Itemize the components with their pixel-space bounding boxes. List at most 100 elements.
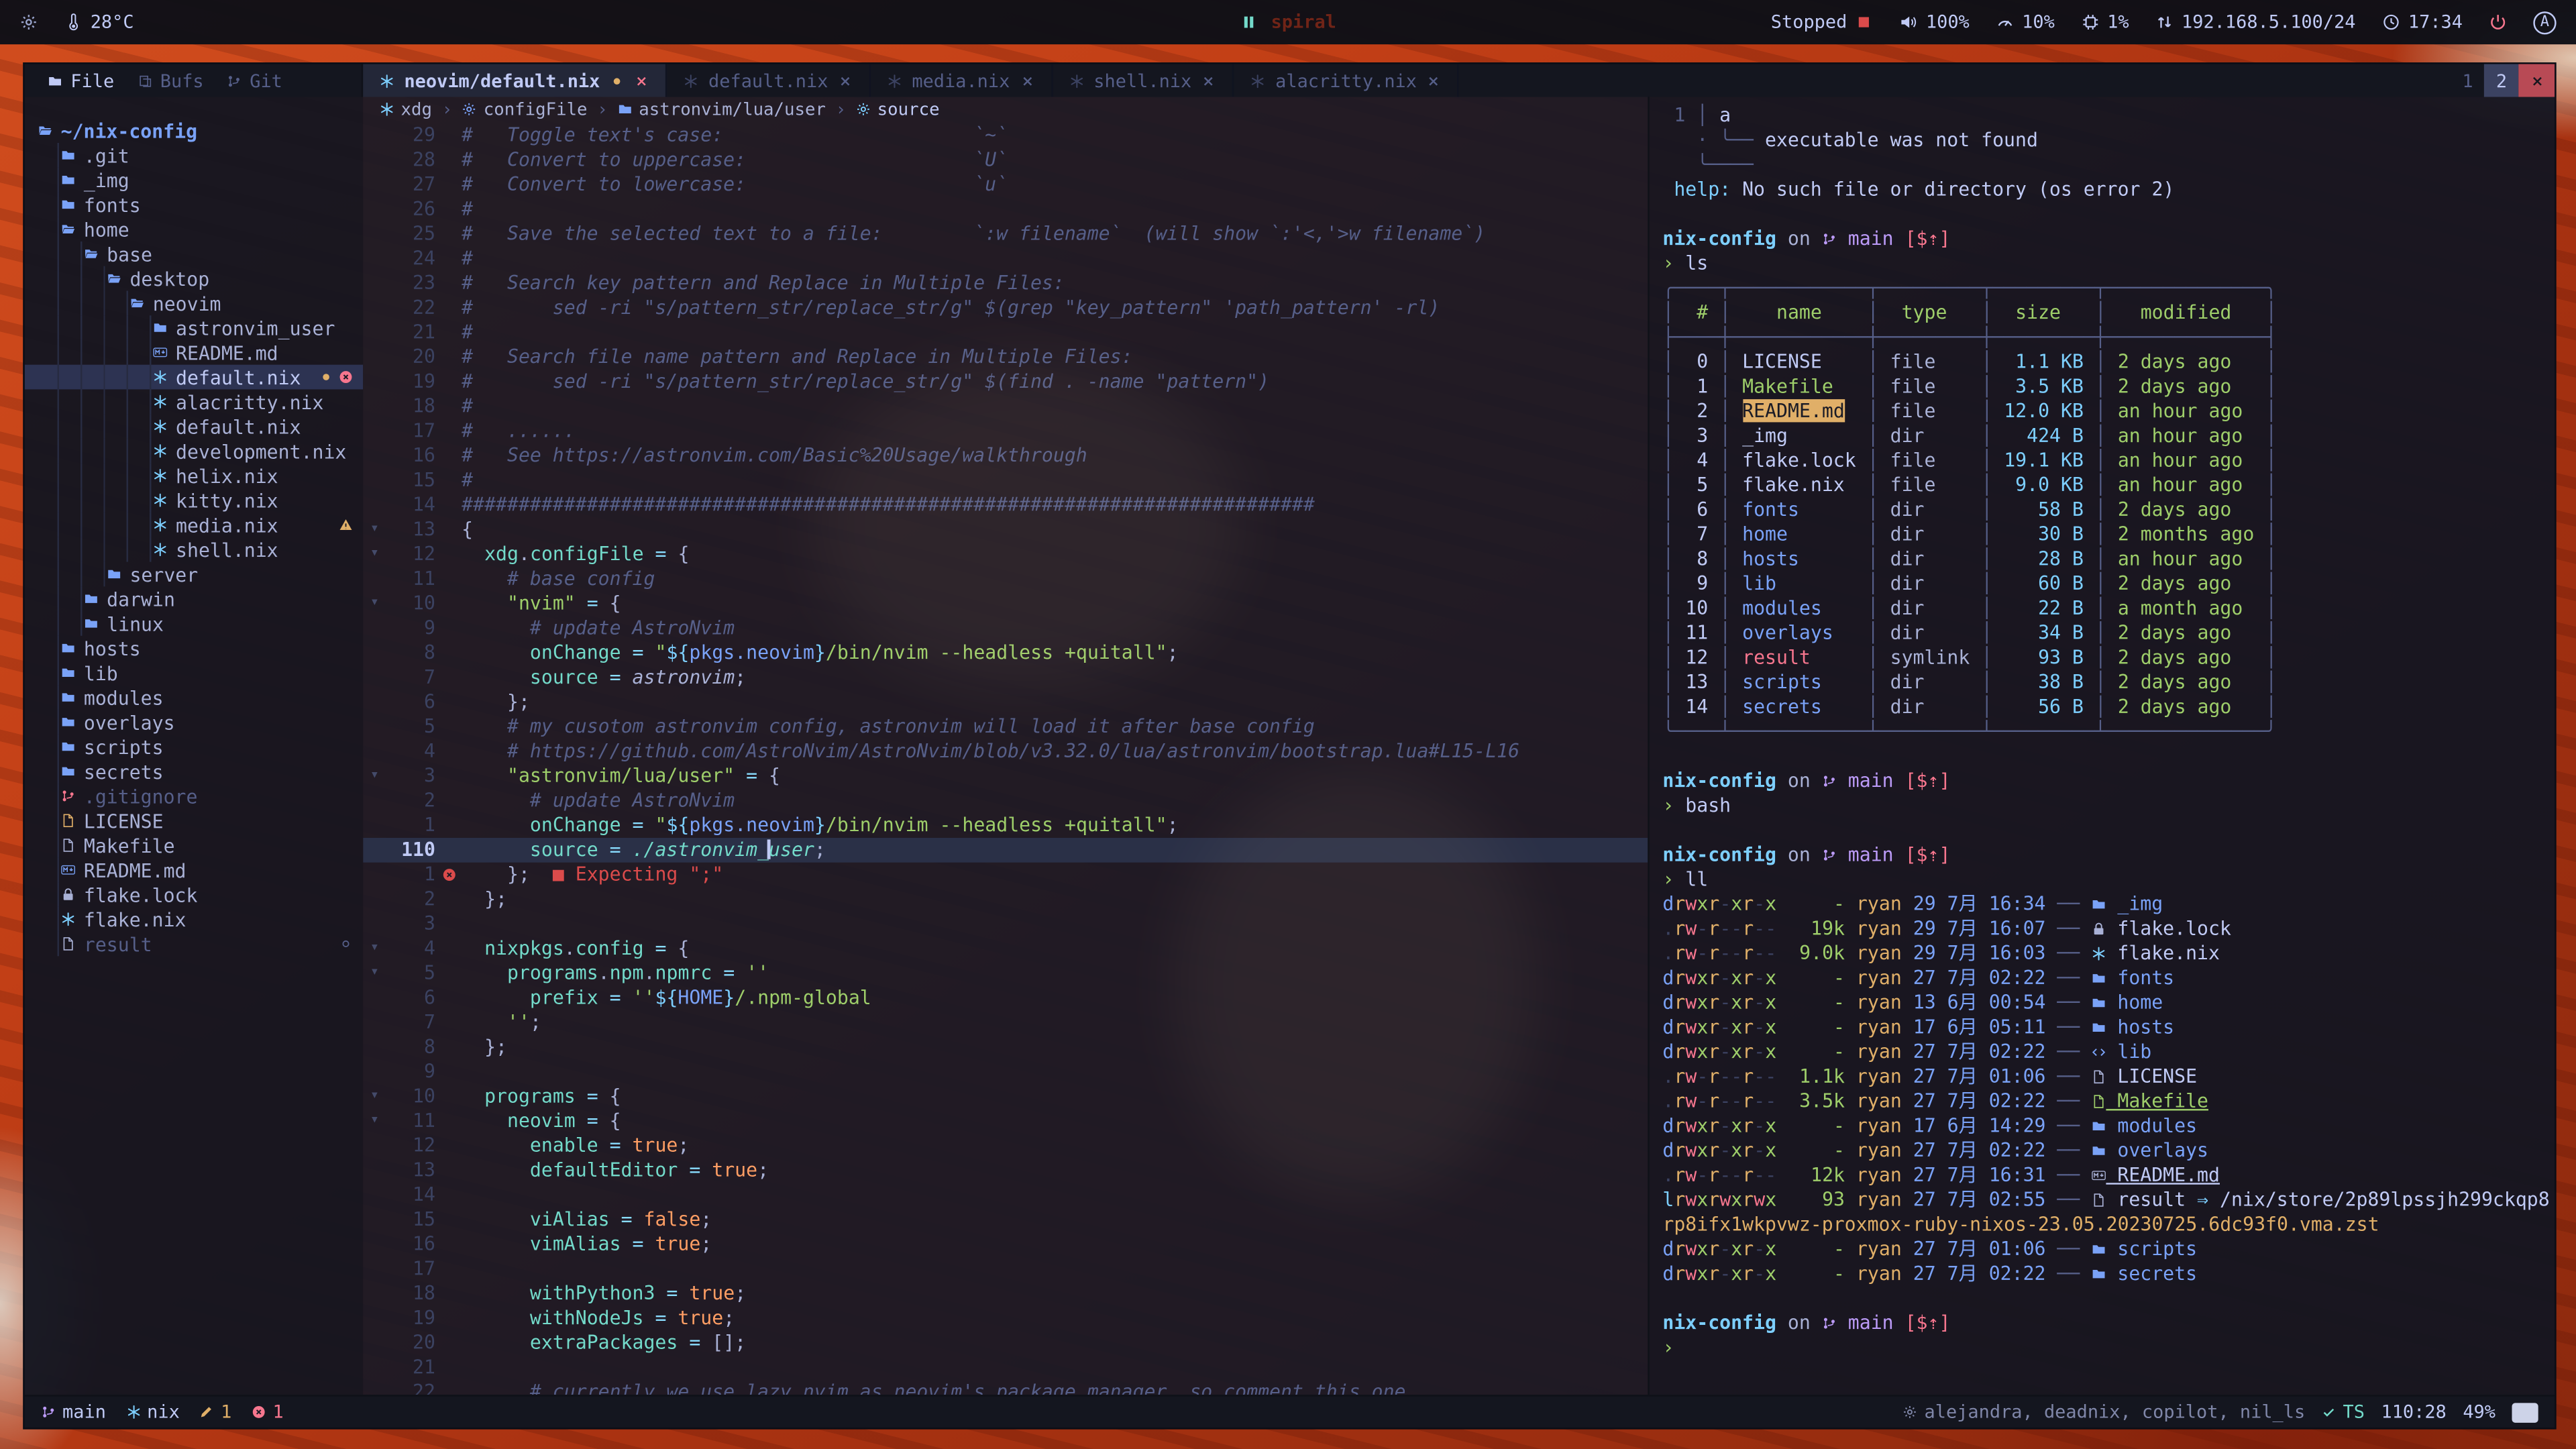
buffer-tab[interactable]: default.nix: [667, 64, 871, 97]
tree-item-overlays[interactable]: overlays: [25, 710, 363, 735]
code-line[interactable]: ▾10 "nvim" = {: [363, 592, 1648, 616]
tree-item-_img[interactable]: _img: [25, 168, 363, 193]
volume-widget[interactable]: 100%: [1900, 11, 1970, 33]
tree-item-secrets[interactable]: secrets: [25, 759, 363, 784]
tree-item-flake.nix[interactable]: flake.nix: [25, 907, 363, 932]
tree-item-kitty.nix[interactable]: kitty.nix: [25, 488, 363, 513]
fold-arrow-icon[interactable]: ▾: [363, 592, 386, 616]
code-line[interactable]: 21#: [363, 321, 1648, 345]
code-line[interactable]: 5 # my cusotom astronvim config, astronv…: [363, 714, 1648, 739]
tree-item-desktop[interactable]: desktop: [25, 266, 363, 291]
code-line[interactable]: 18#: [363, 394, 1648, 419]
code-line[interactable]: 20 extraPackages = [];: [363, 1331, 1648, 1356]
tree-item-.gitignore[interactable]: .gitignore: [25, 784, 363, 808]
code-line[interactable]: 110 source = ./astronvim_user;: [363, 838, 1648, 863]
neotree-tab-bufs[interactable]: Bufs: [137, 70, 203, 91]
code-line[interactable]: ▾10 programs = {: [363, 1084, 1648, 1109]
memory-widget[interactable]: 1%: [2081, 11, 2129, 33]
code-line[interactable]: 16# See https://astronvim.com/Basic%20Us…: [363, 443, 1648, 468]
tree-item-astronvim_user[interactable]: astronvim_user: [25, 315, 363, 340]
tree-item-modules[interactable]: modules: [25, 685, 363, 710]
code-line[interactable]: 20# Search file name pattern and Replace…: [363, 345, 1648, 370]
tree-item-scripts[interactable]: scripts: [25, 735, 363, 759]
neotree-tab-git[interactable]: Git: [227, 70, 282, 91]
code-line[interactable]: 16 vimAlias = true;: [363, 1232, 1648, 1257]
neotree-sidebar[interactable]: ~/nix-config.git_imgfontshomebasedesktop…: [25, 97, 363, 1395]
tree-item-fonts[interactable]: fonts: [25, 193, 363, 217]
code-line[interactable]: 3: [363, 912, 1648, 936]
code-line[interactable]: 7 '';: [363, 1010, 1648, 1035]
code-line[interactable]: ▾13{: [363, 517, 1648, 542]
code-line[interactable]: ▾4 nixpkgs.config = {: [363, 936, 1648, 961]
code-line[interactable]: 25# Save the selected text to a file: `:…: [363, 222, 1648, 247]
code-line[interactable]: 17: [363, 1256, 1648, 1281]
code-line[interactable]: 2 # update AstroNvim: [363, 789, 1648, 814]
tree-item-.git[interactable]: .git: [25, 143, 363, 168]
breadcrumb-item[interactable]: source: [856, 99, 940, 119]
tree-item-home[interactable]: home: [25, 217, 363, 241]
tab-page-2[interactable]: 2: [2485, 64, 2519, 97]
breadcrumb-item[interactable]: xdg: [380, 99, 432, 119]
fold-arrow-icon[interactable]: ▾: [363, 936, 386, 961]
breadcrumb-item[interactable]: astronvim/lua/user: [617, 99, 826, 119]
tree-item-neovim[interactable]: neovim: [25, 290, 363, 315]
code-line[interactable]: 8 };: [363, 1035, 1648, 1060]
code-line[interactable]: 17# ......: [363, 419, 1648, 443]
code-line[interactable]: 24#: [363, 246, 1648, 271]
code-line[interactable]: 22 # currently we use lazy.nvim as neovi…: [363, 1380, 1648, 1395]
tree-item-darwin[interactable]: darwin: [25, 586, 363, 611]
code-line[interactable]: 18 withPython3 = true;: [363, 1281, 1648, 1306]
tab-page-1[interactable]: 1: [2451, 64, 2485, 97]
power-icon[interactable]: [2489, 13, 2507, 32]
code-line[interactable]: 2 };: [363, 887, 1648, 912]
tree-item-default.nix[interactable]: default.nix: [25, 365, 363, 390]
tree-item-base[interactable]: base: [25, 241, 363, 266]
code-line[interactable]: 26#: [363, 197, 1648, 222]
clock-widget[interactable]: 17:34: [2382, 11, 2463, 33]
breadcrumb-item[interactable]: configFile: [462, 99, 588, 119]
keyboard-layout-indicator[interactable]: A: [2533, 11, 2556, 34]
fold-arrow-icon[interactable]: ▾: [363, 517, 386, 542]
tree-item-result[interactable]: result: [25, 932, 363, 957]
tree-item-LICENSE[interactable]: LICENSE: [25, 808, 363, 833]
code-line[interactable]: 4 # https://github.com/AstroNvim/AstroNv…: [363, 739, 1648, 764]
tree-item-alacritty.nix[interactable]: alacritty.nix: [25, 389, 363, 414]
tree-item-flake.lock[interactable]: flake.lock: [25, 882, 363, 907]
code-line[interactable]: ▾12 xdg.configFile = {: [363, 542, 1648, 567]
tree-item-default.nix[interactable]: default.nix: [25, 414, 363, 439]
editor-pane[interactable]: xdg›configFile›astronvim/lua/user›source…: [363, 97, 1648, 1395]
buffer-tab[interactable]: media.nix: [871, 64, 1053, 97]
settings-icon[interactable]: [19, 13, 38, 32]
code-line[interactable]: 19 withNodeJs = true;: [363, 1306, 1648, 1331]
cpu-widget[interactable]: 10%: [1996, 11, 2055, 33]
tree-item-linux[interactable]: linux: [25, 611, 363, 636]
code-line[interactable]: 27# Convert to lowercase: `u`: [363, 172, 1648, 197]
code-line[interactable]: 7 source = astronvim;: [363, 665, 1648, 690]
code-line[interactable]: 28# Convert to uppercase: `U`: [363, 148, 1648, 172]
code-line[interactable]: 19# sed -ri "s/pattern_str/replace_str/g…: [363, 370, 1648, 394]
tree-item-server[interactable]: server: [25, 562, 363, 587]
terminal-pane[interactable]: 1 │ a · ╰── executable was not found ╰──…: [1648, 97, 2555, 1395]
fold-arrow-icon[interactable]: ▾: [363, 764, 386, 789]
buffer-tab[interactable]: alacritty.nix: [1234, 64, 1460, 97]
network-widget[interactable]: 192.168.5.100/24: [2155, 11, 2356, 33]
code-line[interactable]: 21: [363, 1355, 1648, 1380]
code-line[interactable]: 15 viAlias = false;: [363, 1208, 1648, 1232]
code-line[interactable]: ▾5 programs.npm.npmrc = '': [363, 961, 1648, 986]
code-line[interactable]: 11 # base config: [363, 567, 1648, 592]
temperature-widget[interactable]: 28°C: [64, 11, 134, 33]
code-line[interactable]: 22# sed -ri "s/pattern_str/replace_str/g…: [363, 296, 1648, 321]
buffer-tab[interactable]: neovim/default.nix: [363, 64, 667, 97]
pause-icon[interactable]: [1240, 13, 1258, 32]
buffer-tab[interactable]: shell.nix: [1053, 64, 1234, 97]
media-status-widget[interactable]: Stopped: [1771, 11, 1874, 33]
fold-arrow-icon[interactable]: ▾: [363, 1084, 386, 1109]
code-line[interactable]: 12 enable = true;: [363, 1134, 1648, 1159]
code-line[interactable]: 14: [363, 1183, 1648, 1208]
code-line[interactable]: 13 defaultEditor = true;: [363, 1159, 1648, 1183]
tree-item-lib[interactable]: lib: [25, 660, 363, 685]
fold-arrow-icon[interactable]: ▾: [363, 1109, 386, 1134]
code-area[interactable]: 29# Toggle text's case: `~`28# Convert t…: [363, 121, 1648, 1395]
code-line[interactable]: 29# Toggle text's case: `~`: [363, 123, 1648, 148]
tree-item-shell.nix[interactable]: shell.nix: [25, 537, 363, 562]
